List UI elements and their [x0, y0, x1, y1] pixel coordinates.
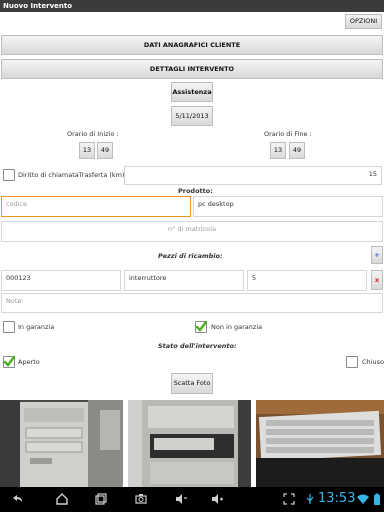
out-of-warranty-label: Non in garanzia	[211, 323, 263, 331]
part-quantity-input[interactable]: 5	[247, 270, 367, 291]
add-icon: +	[374, 251, 380, 259]
screenshot-icon[interactable]	[134, 492, 148, 506]
part-description-input[interactable]: interruttore	[124, 270, 244, 291]
out-of-warranty-checkbox[interactable]	[195, 320, 208, 333]
remove-part-button[interactable]: x	[371, 270, 383, 290]
km-field[interactable]: 15	[124, 166, 382, 185]
photo-thumbnail-2[interactable]	[128, 400, 251, 487]
back-icon[interactable]	[10, 492, 24, 506]
call-label: Diritto di chiamataTrasferta (km)	[18, 171, 125, 179]
date-button[interactable]: 5/11/2013	[171, 106, 213, 126]
usb-debug-icon	[306, 494, 314, 504]
remove-icon: x	[374, 276, 380, 284]
product-title: Prodotto:	[178, 187, 213, 195]
end-hour-button[interactable]: 13	[270, 142, 286, 159]
in-warranty-label: In garanzia	[18, 323, 55, 331]
take-photo-button[interactable]: Scatta Foto	[171, 373, 213, 394]
app-title: Nuovo Intervento	[0, 0, 384, 12]
status-title: Stato dell'intervento:	[158, 342, 237, 350]
battery-icon	[374, 493, 380, 505]
notes-input[interactable]: Note:	[1, 293, 383, 313]
checkmark-icon	[3, 355, 16, 367]
photo-thumbnail-3[interactable]	[256, 400, 384, 487]
closed-status-checkbox[interactable]	[346, 356, 358, 368]
open-status-checkbox[interactable]	[3, 355, 16, 368]
intervention-details-button[interactable]: DETTAGLI INTERVENTO	[1, 59, 383, 79]
service-type-button[interactable]: Assistenza	[171, 82, 213, 102]
photo-thumbnail-1[interactable]	[0, 400, 123, 487]
customer-data-button[interactable]: DATI ANAGRAFICI CLIENTE	[1, 35, 383, 55]
start-minute-button[interactable]: 49	[97, 142, 113, 159]
volume-up-icon[interactable]	[210, 492, 224, 506]
options-button[interactable]: OPZIONI	[345, 14, 382, 29]
spare-parts-title: Pezzi di ricambio:	[158, 252, 223, 260]
system-navigation-bar: 13:53	[0, 487, 384, 512]
product-code-input[interactable]: codice	[1, 196, 191, 217]
call-checkbox[interactable]	[3, 169, 15, 181]
in-warranty-checkbox[interactable]	[3, 321, 15, 333]
end-minute-button[interactable]: 49	[289, 142, 305, 159]
volume-down-icon[interactable]	[174, 492, 188, 506]
closed-status-label: Chiuso	[362, 358, 384, 366]
open-status-label: Aperto	[18, 358, 40, 366]
part-code-input[interactable]: 000123	[1, 270, 121, 291]
end-time-label: Orario di Fine :	[264, 130, 312, 138]
start-time-label: Orario di Inizio :	[67, 130, 119, 138]
start-hour-button[interactable]: 13	[79, 142, 95, 159]
checkmark-icon	[195, 320, 208, 332]
add-part-button[interactable]: +	[371, 246, 383, 264]
clock: 13:53	[318, 491, 356, 506]
serial-number-input[interactable]: n° di matricola	[1, 221, 383, 242]
product-description-input[interactable]: pc desktop	[193, 196, 383, 217]
home-icon[interactable]	[55, 492, 69, 506]
wifi-icon	[357, 494, 369, 504]
recent-apps-icon[interactable]	[94, 492, 108, 506]
fullscreen-icon[interactable]	[282, 492, 296, 506]
